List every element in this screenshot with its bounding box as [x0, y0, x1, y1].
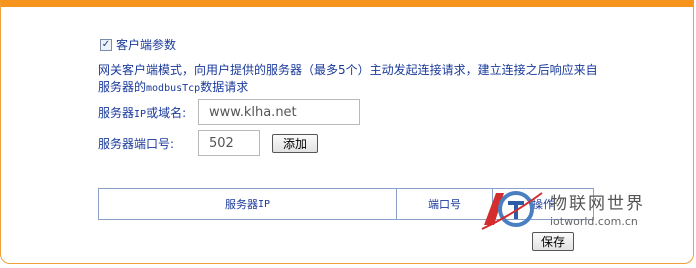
save-button[interactable]: 保存	[532, 232, 574, 251]
client-params-label: 客户端参数	[116, 38, 177, 52]
description-line-2: 服务器的modbusTcp数据请求	[98, 80, 249, 94]
watermark-logo-icon	[481, 191, 543, 230]
server-port-row: 服务器端口号: 502 添加	[98, 130, 318, 156]
server-host-input[interactable]: www.klha.net	[198, 99, 360, 125]
column-header-server-ip: 服务器 IP	[99, 189, 397, 219]
watermark: 物联网世界 iotworld.com.cn	[478, 185, 643, 233]
server-host-label: 服务器IP或域名:	[98, 105, 187, 120]
client-mode-description: 网关客户端模式，向用户提供的服务器（最多5个）主动发起连接请求，建立连接之后响应…	[98, 62, 598, 97]
server-port-label: 服务器端口号:	[98, 136, 175, 151]
description-line-1: 网关客户端模式，向用户提供的服务器（最多5个）主动发起连接请求，建立连接之后响应…	[98, 63, 598, 77]
add-button[interactable]: 添加	[272, 133, 318, 153]
watermark-text-en: iotworld.com.cn	[550, 215, 638, 228]
client-params-toggle[interactable]: ✓ 客户端参数	[100, 36, 176, 53]
server-port-input[interactable]: 502	[198, 130, 260, 156]
watermark-text-cn: 物联网世界	[550, 194, 645, 214]
client-params-checkbox[interactable]: ✓	[100, 38, 112, 51]
server-host-row: 服务器IP或域名: www.klha.net	[98, 99, 360, 125]
